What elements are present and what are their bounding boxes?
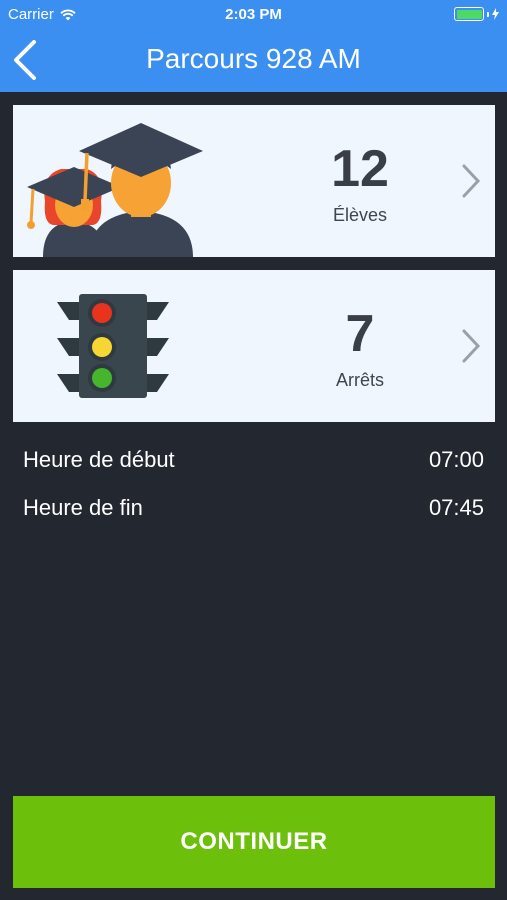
page-title: Parcours 928 AM (146, 43, 361, 74)
stops-count: 7 (345, 305, 375, 363)
stops-card[interactable]: 7 Arrêts (13, 270, 495, 422)
continue-button[interactable]: CONTINUER (13, 796, 495, 888)
status-time: 2:03 PM (225, 6, 282, 23)
stops-label: Arrêts (335, 370, 384, 390)
start-time-value: 07:00 (428, 447, 484, 472)
start-time-label: Heure de début (23, 447, 175, 472)
start-time-row: Heure de début 07:00 (23, 447, 484, 473)
end-time-row: Heure de fin 07:45 (23, 495, 484, 521)
charging-bolt-icon (492, 8, 499, 20)
students-count: 12 (331, 140, 389, 198)
traffic-light-icon (57, 294, 169, 398)
end-time-value: 07:45 (428, 495, 484, 520)
chevron-right-icon (462, 329, 481, 363)
nav-bar: Parcours 928 AM (0, 28, 507, 92)
status-bar: Carrier 2:03 PM (0, 0, 507, 28)
graduates-icon (27, 123, 203, 257)
battery-icon (454, 7, 499, 21)
end-time-label: Heure de fin (23, 495, 143, 520)
students-label: Élèves (332, 205, 388, 225)
students-card[interactable]: 12 Élèves (13, 105, 495, 257)
chevron-right-icon (462, 164, 481, 198)
